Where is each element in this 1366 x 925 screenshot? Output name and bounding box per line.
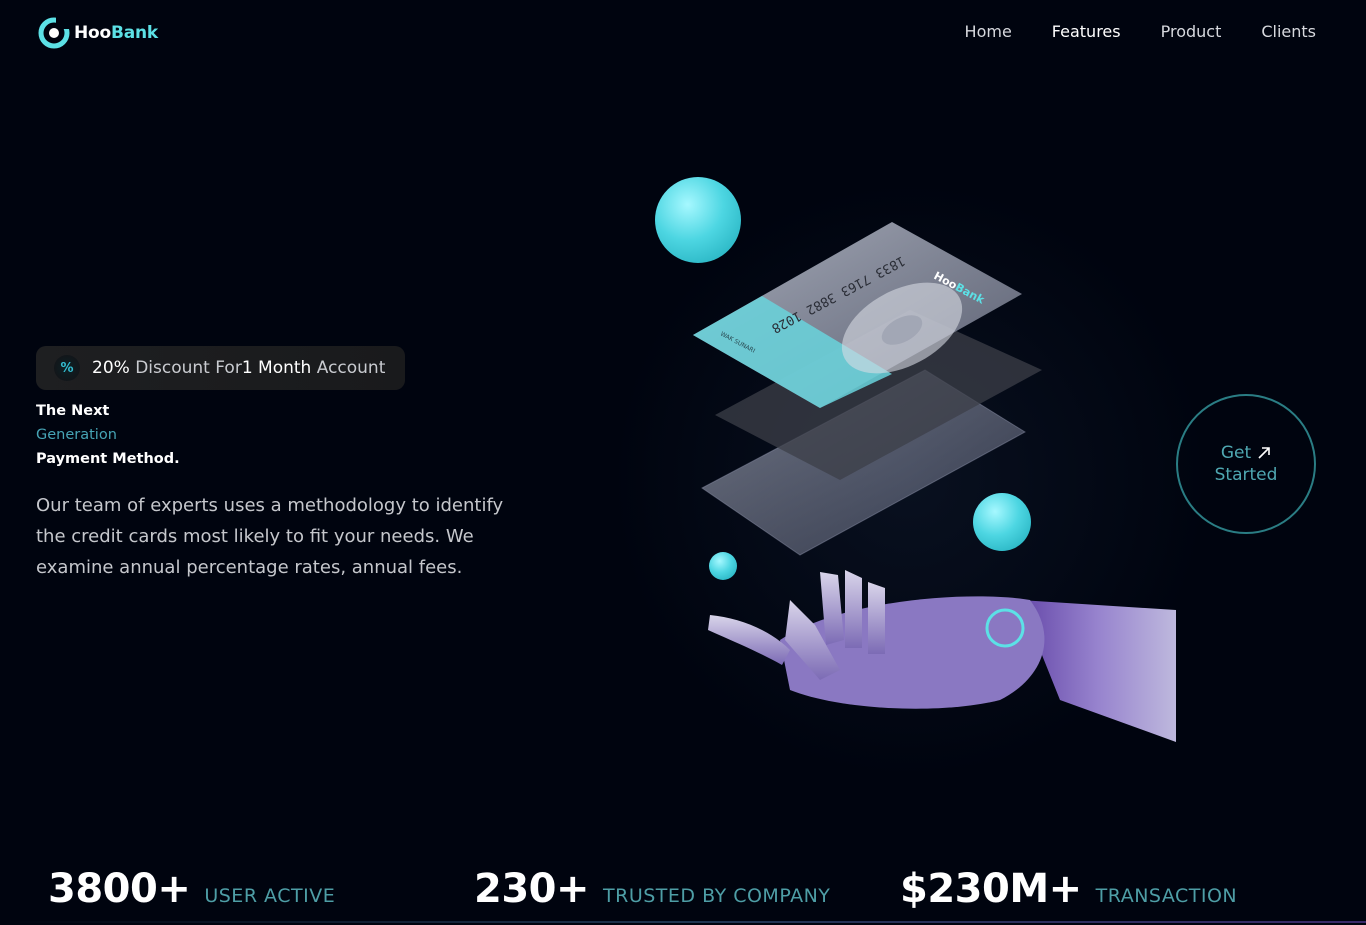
navbar: HooBank Home Features Product Clients xyxy=(38,14,1316,54)
nav-item-home[interactable]: Home xyxy=(965,22,1012,41)
hero-line-2: Generation xyxy=(36,427,117,443)
nav-item-features[interactable]: Features xyxy=(1052,22,1121,41)
arrow-up-right-icon xyxy=(1258,447,1270,459)
stat-label: TRANSACTION xyxy=(1095,885,1238,907)
cards-and-robot-hand-illustration: 1833 7163 3882 1028 HooBank WAK SUNARI xyxy=(693,222,1176,742)
nav-item-clients[interactable]: Clients xyxy=(1261,22,1316,41)
cta-line-1: Get xyxy=(1221,443,1271,463)
hero-line-3: Payment Method. xyxy=(36,451,180,467)
nav-menu: Home Features Product Clients xyxy=(965,22,1316,41)
hoobank-logo-icon xyxy=(38,17,72,49)
stat-value: $230M+ xyxy=(900,866,1082,912)
stat-label: USER ACTIVE xyxy=(204,885,336,907)
stat-label: TRUSTED BY COMPANY xyxy=(603,885,831,907)
nav-item-product[interactable]: Product xyxy=(1161,22,1222,41)
stats-row: 3800+ USER ACTIVE 230+ TRUSTED BY COMPAN… xyxy=(48,866,1348,921)
percent-icon: % xyxy=(54,355,80,381)
hero-heading: The Next Generation Payment Method. xyxy=(36,399,180,471)
bottom-divider xyxy=(0,921,1366,923)
discount-badge: % 20% Discount For1 Month Account xyxy=(36,346,405,390)
stat-value: 230+ xyxy=(474,866,590,912)
discount-text: 20% Discount For1 Month Account xyxy=(92,358,386,378)
stat-companies: 230+ TRUSTED BY COMPANY xyxy=(474,866,830,912)
brand-name: HooBank xyxy=(74,23,159,43)
brand-logo[interactable]: HooBank xyxy=(38,16,158,50)
hero-line-1: The Next xyxy=(36,403,110,419)
stat-transactions: $230M+ TRANSACTION xyxy=(900,866,1237,912)
stat-users: 3800+ USER ACTIVE xyxy=(48,866,335,912)
cta-line-2: Started xyxy=(1214,465,1278,485)
get-started-button[interactable]: Get Started xyxy=(1176,394,1316,534)
robot-arm xyxy=(1020,600,1176,742)
hero-description: Our team of experts uses a methodology t… xyxy=(36,495,504,578)
stat-value: 3800+ xyxy=(48,866,191,912)
